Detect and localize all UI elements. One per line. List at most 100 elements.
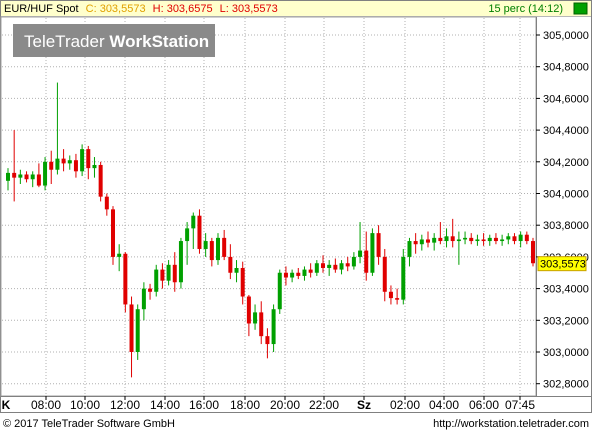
x-tick-label: 08:00 [31, 398, 61, 412]
header-symbol: EUR/HUF Spot [4, 3, 79, 15]
candle-body [463, 237, 468, 240]
candle-body [216, 237, 220, 261]
last-value-tag: 303,5573 [537, 256, 587, 272]
candle-body [302, 269, 307, 276]
watermark-text: TeleTrader WorkStation [24, 32, 209, 51]
candle-body [339, 263, 344, 270]
chart-frame [0, 0, 592, 413]
y-tick-label: 304,6000 [543, 93, 589, 105]
candle-body [333, 264, 338, 270]
candle-body [222, 237, 227, 257]
candle-body [253, 312, 258, 324]
footer-copyright: © 2017 TeleTrader Software GmbH [3, 418, 175, 430]
candle-body [148, 288, 153, 292]
candle-body [12, 172, 17, 178]
candle-body [475, 239, 480, 242]
candle-body [24, 174, 29, 180]
candle-body [450, 236, 455, 242]
footer-url[interactable]: http://workstation.teletrader.com [433, 418, 589, 430]
candle-body [419, 239, 424, 245]
candle-body [481, 239, 486, 242]
header-scroll-box[interactable] [573, 2, 588, 15]
y-tick-label: 304,2000 [543, 157, 589, 169]
candle-body [240, 267, 245, 297]
candle-body [382, 256, 387, 292]
candle-body [395, 298, 400, 300]
last-value-label: 303,5573 [540, 259, 586, 271]
candle-body [456, 239, 461, 242]
candle-body [185, 228, 190, 242]
candle-body [432, 237, 437, 243]
price-chart[interactable]: TeleTrader WorkStation 305,0000 304,8000 3… [0, 0, 592, 431]
x-tick-label: 18:00 [230, 398, 260, 412]
watermark-suffix: WorkStation [109, 32, 209, 51]
candle-body [49, 161, 54, 170]
candle-body [493, 237, 498, 242]
y-tick-label: 302,8000 [543, 379, 589, 391]
candle-body [228, 256, 233, 273]
candle-body [178, 241, 183, 283]
candle-body [191, 215, 196, 229]
candle-body [129, 304, 134, 352]
candle-body [197, 215, 202, 249]
y-tick-label: 304,0000 [543, 189, 589, 201]
candle-body [80, 149, 85, 172]
candle-body [172, 264, 177, 283]
candle-body [518, 234, 523, 242]
candle-body [271, 309, 276, 345]
y-tick-label: 303,4000 [543, 284, 589, 296]
candle-body [203, 241, 208, 249]
candle-body [111, 209, 115, 257]
candle-body [104, 196, 109, 210]
candle-body [6, 172, 10, 181]
candle-body [500, 239, 505, 242]
candle-body [376, 233, 381, 257]
candle-body [135, 309, 140, 352]
candle-body [154, 269, 159, 292]
y-tick-label: 305,0000 [543, 30, 589, 42]
candle-body [259, 312, 264, 337]
candle-body [401, 256, 406, 300]
y-tick-label: 303,2000 [543, 315, 589, 327]
x-tick-label: 02:00 [390, 398, 420, 412]
candle-body [351, 256, 356, 267]
x-tick-label: 20:00 [270, 398, 300, 412]
candle-body [67, 160, 72, 164]
candle-body [506, 236, 511, 240]
y-tick-label: 304,4000 [543, 125, 589, 137]
candle-body [209, 241, 214, 261]
candle-body [117, 253, 122, 257]
y-tick-label: 303,0000 [543, 347, 589, 359]
candle-body [141, 288, 146, 310]
candle-body [123, 253, 128, 305]
candle-body [364, 250, 369, 273]
candle-body [531, 241, 535, 264]
candle-body [388, 291, 393, 299]
header-low: L: 303,5573 [220, 3, 278, 15]
x-tick-label: 07:45 [505, 398, 535, 412]
candle-body [98, 164, 103, 197]
candle-body [444, 236, 449, 242]
candle-body [246, 296, 251, 324]
candle-body [512, 236, 517, 242]
x-tick-label: K [2, 398, 11, 412]
candle-body [308, 269, 313, 273]
candle-body [86, 149, 91, 169]
x-tick-label: 16:00 [189, 398, 219, 412]
candle-body [166, 264, 171, 281]
candle-body [524, 234, 529, 242]
candle-body [55, 158, 60, 170]
candle-body [61, 158, 66, 164]
x-tick-label: 12:00 [110, 398, 140, 412]
candle-body [30, 174, 35, 180]
watermark: TeleTrader WorkStation [13, 24, 215, 57]
candle-body [407, 241, 412, 257]
candle-body [426, 239, 430, 243]
x-tick-label: 06:00 [469, 398, 499, 412]
y-tick-label: 303,8000 [543, 220, 589, 232]
candle-body [358, 250, 363, 257]
watermark-prefix: TeleTrader [24, 32, 105, 51]
candle-body [438, 237, 443, 242]
candle-body [265, 336, 270, 345]
candle-body [73, 160, 78, 172]
